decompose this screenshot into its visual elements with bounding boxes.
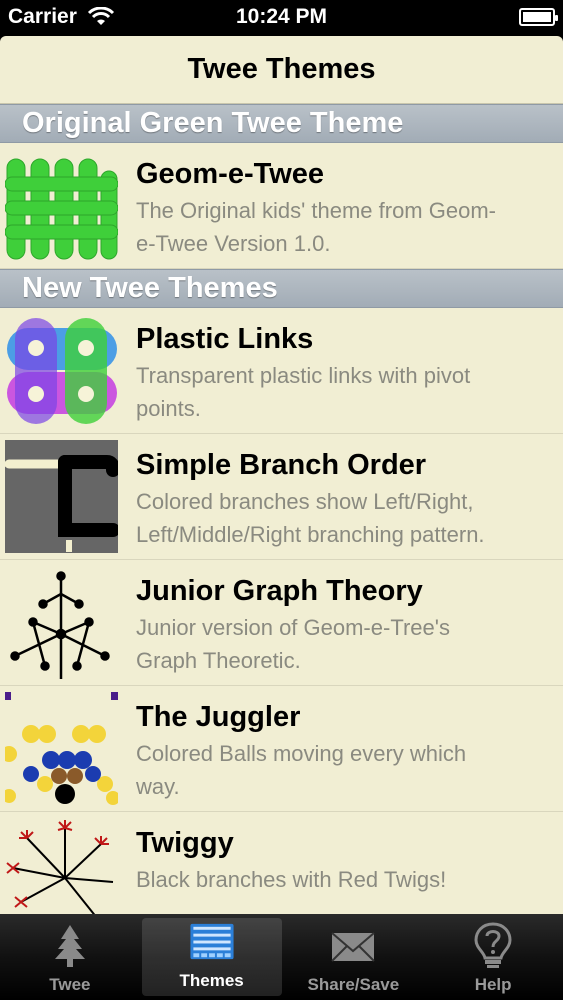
theme-title: Twiggy: [136, 827, 234, 859]
tab-help[interactable]: Help: [423, 914, 563, 1000]
theme-row-geom-e-twee[interactable]: Geom-e-Twee The Original kids' theme fro…: [0, 143, 563, 269]
twiggy-thumbnail: [5, 818, 118, 914]
theme-description-line: e-Twee Version 1.0.: [136, 231, 331, 256]
section-header-new: New Twee Themes: [0, 269, 563, 308]
section-header-original: Original Green Twee Theme: [0, 104, 563, 143]
theme-description-line: Black branches with Red Twigs!: [136, 867, 447, 892]
theme-row-twiggy[interactable]: Twiggy Black branches with Red Twigs!: [0, 812, 563, 914]
theme-row-junior-graph-theory[interactable]: Junior Graph Theory Junior version of Ge…: [0, 560, 563, 686]
junior-graph-theory-thumbnail: [5, 566, 118, 679]
tree-icon: [54, 925, 85, 967]
theme-description-line: points.: [136, 396, 201, 421]
tab-label: Twee: [49, 975, 91, 994]
tab-themes[interactable]: Themes: [141, 918, 282, 996]
theme-description-line: Colored Balls moving every which: [136, 741, 467, 766]
theme-title: Geom-e-Twee: [136, 158, 325, 190]
themes-icon: [190, 923, 234, 960]
tab-label: Themes: [179, 971, 244, 990]
simple-branch-order-thumbnail: [5, 440, 118, 553]
battery-icon: [519, 8, 558, 26]
theme-title: Junior Graph Theory: [136, 575, 423, 607]
the-juggler-thumbnail: [5, 692, 118, 805]
theme-description-line: Colored branches show Left/Right,: [136, 489, 474, 514]
tab-twee[interactable]: Twee: [0, 914, 140, 1000]
tab-share-save[interactable]: Share/Save: [284, 914, 424, 1000]
theme-description-line: Junior version of Geom-e-Tree's: [136, 615, 450, 640]
theme-description-line: Transparent plastic links with pivot: [136, 363, 471, 388]
tab-label: Share/Save: [307, 975, 400, 994]
tab-label: Help: [474, 975, 512, 994]
theme-row-the-juggler[interactable]: The Juggler Colored Balls moving every w…: [0, 686, 563, 812]
theme-row-plastic-links[interactable]: Plastic Links Transparent plastic links …: [0, 308, 563, 434]
themes-screen: Twee Themes Original Green Twee Theme Ge…: [0, 36, 563, 914]
plastic-links-thumbnail: [5, 314, 118, 427]
theme-description-line: Left/Middle/Right branching pattern.: [136, 522, 485, 547]
theme-row-simple-branch-order[interactable]: Simple Branch Order Colored branches sho…: [0, 434, 563, 560]
status-time: 10:24 PM: [235, 5, 328, 28]
geom-e-twee-thumbnail: [5, 149, 118, 262]
envelope-icon: [331, 932, 376, 962]
page-title: Twee Themes: [0, 36, 563, 104]
tab-bar: Twee Themes Share/Save Help: [0, 914, 563, 1000]
theme-title: The Juggler: [136, 701, 301, 733]
theme-title: Plastic Links: [136, 323, 314, 355]
theme-title: Simple Branch Order: [136, 449, 427, 481]
theme-description-line: way.: [136, 774, 180, 799]
lightbulb-question-icon: [474, 922, 512, 968]
theme-description-line: The Original kids' theme from Geom-: [136, 198, 496, 223]
status-bar: Carrier 10:24 PM: [0, 0, 563, 36]
theme-description-line: Graph Theoretic.: [136, 648, 301, 673]
